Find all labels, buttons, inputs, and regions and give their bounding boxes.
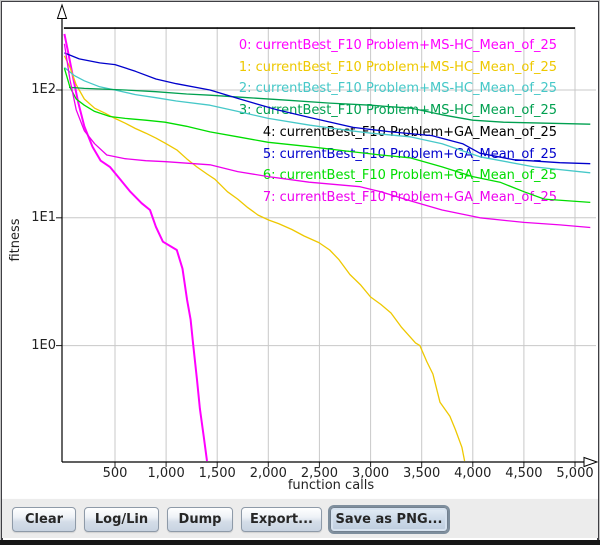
legend-item-7: 7: currentBest_F10 Problem+GA_Mean_of_25 xyxy=(239,187,557,209)
y-tick-label-1E1: 1E1 xyxy=(16,210,56,225)
y-tick-label-1E2: 1E2 xyxy=(16,82,56,97)
legend-item-3: 3: currentBest_F10 Problem+MS-HC_Mean_of… xyxy=(239,100,557,122)
toolbar: Clear Log/Lin Dump Export... Save as PNG... xyxy=(2,497,598,538)
y-tick-label-1E0: 1E0 xyxy=(16,338,56,353)
legend-item-4: 4: currentBest_F10 Problem+GA_Mean_of_25 xyxy=(239,122,557,144)
clear-button[interactable]: Clear xyxy=(12,507,76,532)
save-as-png-button[interactable]: Save as PNG... xyxy=(330,507,448,532)
legend: 0: currentBest_F10 Problem+MS-HC_Mean_of… xyxy=(239,35,557,209)
bottom-strip xyxy=(0,540,600,545)
dump-button[interactable]: Dump xyxy=(167,507,233,532)
export-button[interactable]: Export... xyxy=(241,507,322,532)
legend-item-1: 1: currentBest_F10 Problem+MS-HC_Mean_of… xyxy=(239,57,557,79)
x-tick-label-5000: 5,000 xyxy=(545,466,598,481)
log-lin-button[interactable]: Log/Lin xyxy=(84,507,159,532)
legend-item-0: 0: currentBest_F10 Problem+MS-HC_Mean_of… xyxy=(239,35,557,57)
plot-canvas[interactable]: fitness function calls 1E21E11E0 5001,00… xyxy=(2,2,598,497)
legend-item-2: 2: currentBest_F10 Problem+MS-HC_Mean_of… xyxy=(239,78,557,100)
plot-window: fitness function calls 1E21E11E0 5001,00… xyxy=(0,0,600,545)
legend-item-5: 5: currentBest_F10 Problem+GA_Mean_of_25 xyxy=(239,144,557,166)
legend-item-6: 6: currentBest_F10 Problem+GA_Mean_of_25 xyxy=(239,165,557,187)
